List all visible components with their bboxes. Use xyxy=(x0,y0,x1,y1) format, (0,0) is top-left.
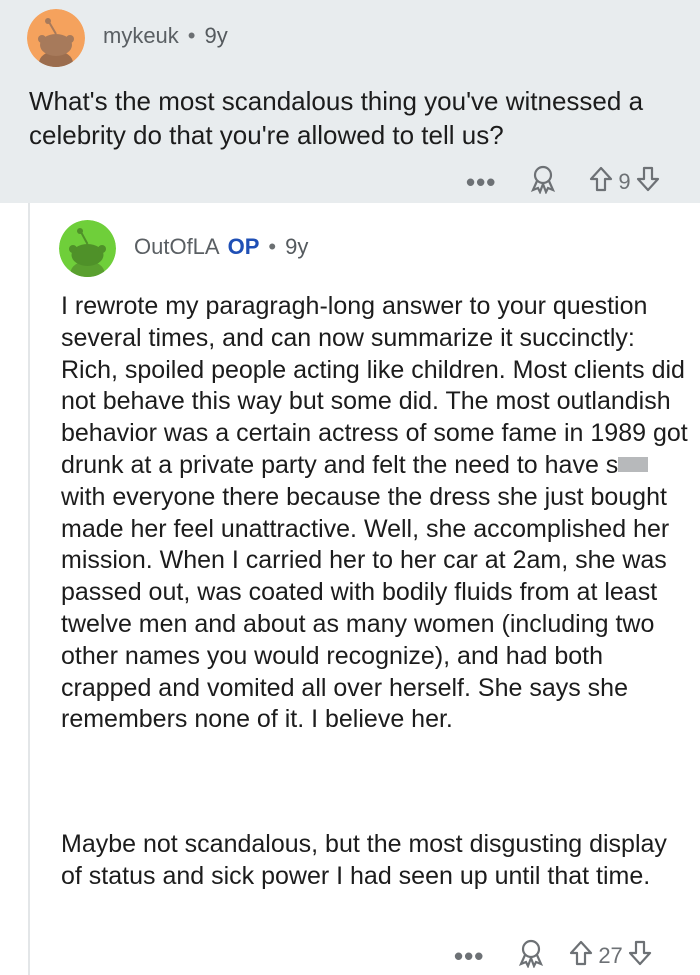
reply-meta: OutOfLA OP • 9y xyxy=(134,234,308,260)
separator: • xyxy=(187,23,196,48)
vote-count: 27 xyxy=(598,942,623,968)
reply-paragraph-1: I rewrote my paragragh-long answer to yo… xyxy=(61,291,691,736)
snoo-avatar-icon xyxy=(59,220,116,277)
reply-text-part1: I rewrote my paragragh-long answer to yo… xyxy=(61,292,688,479)
downvote-icon[interactable] xyxy=(627,939,653,972)
vote-count: 9 xyxy=(618,168,631,194)
timestamp: 9y xyxy=(204,23,228,48)
separator: • xyxy=(268,234,277,259)
reply-actions: ••• 27 xyxy=(454,938,653,973)
downvote-icon[interactable] xyxy=(635,165,661,198)
parent-comment: mykeuk • 9y What's the most scandalous t… xyxy=(0,0,700,203)
upvote-icon[interactable] xyxy=(568,939,594,972)
reply-username[interactable]: OutOfLA xyxy=(134,234,220,260)
more-options-button[interactable]: ••• xyxy=(466,169,496,195)
thread-line[interactable] xyxy=(28,203,30,975)
upvote-icon[interactable] xyxy=(588,165,614,198)
award-icon[interactable] xyxy=(528,164,558,199)
reply-avatar[interactable] xyxy=(59,220,116,277)
parent-actions: ••• 9 xyxy=(466,164,661,199)
user-avatar[interactable] xyxy=(27,9,85,67)
op-badge: OP xyxy=(227,234,260,259)
more-options-button[interactable]: ••• xyxy=(454,943,484,969)
timestamp: 9y xyxy=(285,234,309,259)
censor-block xyxy=(618,456,649,472)
reply-text-part2: with everyone there because the dress sh… xyxy=(61,482,670,734)
reply-paragraph-2: Maybe not scandalous, but the most disgu… xyxy=(61,830,667,890)
username[interactable]: mykeuk xyxy=(103,23,179,49)
snoo-avatar-icon xyxy=(27,9,85,67)
comment-text: What's the most scandalous thing you've … xyxy=(29,86,644,150)
award-icon[interactable] xyxy=(516,938,546,973)
parent-meta: mykeuk • 9y xyxy=(103,23,228,49)
